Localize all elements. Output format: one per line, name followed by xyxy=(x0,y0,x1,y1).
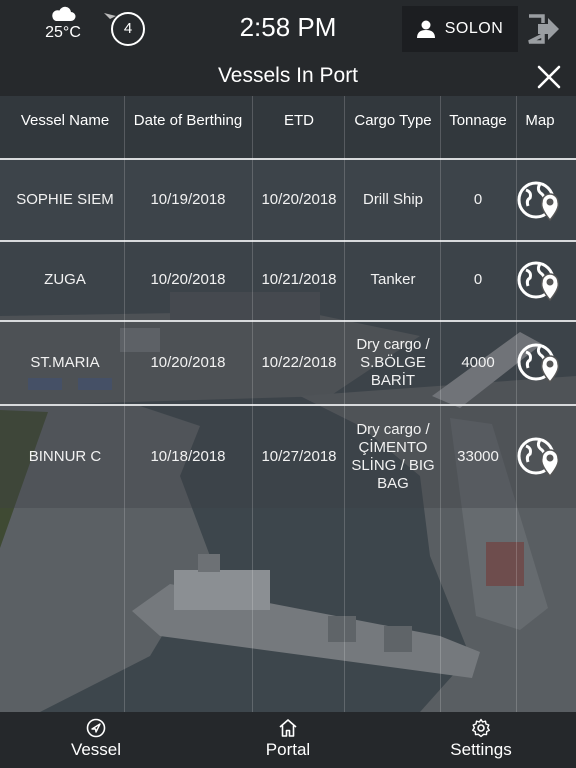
cargo-line: ÇİMENTO xyxy=(358,439,428,456)
user-name: SOLON xyxy=(444,20,504,37)
bottom-navigation: Vessel Portal Settings xyxy=(0,712,576,768)
col-etd: ETD xyxy=(284,112,314,129)
cargo-line: Dry cargo / xyxy=(356,336,430,353)
berthing-date: 10/20/2018 xyxy=(150,271,226,288)
nav-portal[interactable]: Portal xyxy=(233,718,343,760)
cargo-line: Dry cargo / xyxy=(356,421,430,438)
nav-vessel-label: Vessel xyxy=(70,740,122,759)
column-divider xyxy=(440,96,441,712)
notification-count: 4 xyxy=(111,12,145,46)
nav-settings-label: Settings xyxy=(450,740,512,759)
user-button[interactable]: SOLON xyxy=(402,6,518,52)
title-bar: Vessels In Port xyxy=(0,58,576,96)
gear-icon xyxy=(472,718,490,738)
vessels-table: Vessel Name Date of Berthing ETD Cargo T… xyxy=(0,96,576,712)
nav-vessel[interactable]: Vessel xyxy=(41,718,151,760)
etd-date: 10/20/2018 xyxy=(261,191,337,208)
cargo-line: SLİNG / BIG xyxy=(351,457,435,474)
vessel-name: ST.MARIA xyxy=(30,354,100,371)
temperature: 25°C xyxy=(45,24,81,41)
map-globe-icon[interactable] xyxy=(516,338,564,386)
table-row[interactable]: ZUGA 10/20/2018 10/21/2018 Tanker 0 xyxy=(0,242,576,320)
map-globe-icon[interactable] xyxy=(516,256,564,304)
clock: 2:58 PM xyxy=(239,12,337,42)
nav-settings[interactable]: Settings xyxy=(426,718,536,760)
col-map: Map xyxy=(525,112,555,129)
cargo-line: BARİT xyxy=(370,372,416,389)
notification-button[interactable]: 4 xyxy=(103,10,147,48)
col-date-berthing: Date of Berthing xyxy=(133,112,243,129)
vessel-name: SOPHIE SIEM xyxy=(16,191,114,208)
cloud-icon xyxy=(52,6,76,21)
map-globe-icon[interactable] xyxy=(516,432,564,480)
table-header: Vessel Name Date of Berthing ETD Cargo T… xyxy=(0,96,576,158)
nav-portal-label: Portal xyxy=(265,740,311,759)
col-cargo-type: Cargo Type xyxy=(354,112,432,129)
tonnage: 4000 xyxy=(461,354,495,371)
table-row[interactable]: BINNUR C 10/18/2018 10/27/2018 Dry cargo… xyxy=(0,406,576,508)
close-icon[interactable] xyxy=(536,64,562,90)
cargo-line: Drill Ship xyxy=(362,191,423,208)
etd-date: 10/27/2018 xyxy=(261,448,337,465)
etd-date: 10/22/2018 xyxy=(261,354,337,371)
vessel-name: ZUGA xyxy=(44,271,86,288)
cargo-line: S.BÖLGE xyxy=(360,354,426,371)
cargo-type: Tanker xyxy=(344,271,442,289)
weather-widget: 25°C xyxy=(40,6,86,42)
berthing-date: 10/18/2018 xyxy=(150,448,226,465)
col-tonnage: Tonnage xyxy=(449,112,507,129)
logout-icon xyxy=(528,14,559,44)
table-row[interactable]: ST.MARIA 10/20/2018 10/22/2018 Dry cargo… xyxy=(0,322,576,404)
tonnage: 0 xyxy=(473,191,483,208)
status-header: 25°C 4 2:58 PM SOLON xyxy=(0,0,576,58)
home-icon xyxy=(279,719,297,737)
tonnage: 33000 xyxy=(457,448,499,465)
cargo-line: Tanker xyxy=(370,271,416,288)
vessel-name: BINNUR C xyxy=(28,448,102,465)
column-divider xyxy=(344,96,345,712)
column-divider xyxy=(124,96,125,712)
col-vessel-name: Vessel Name xyxy=(20,112,110,129)
user-icon xyxy=(416,20,435,38)
berthing-date: 10/20/2018 xyxy=(150,354,226,371)
tonnage: 0 xyxy=(473,271,483,288)
cargo-type: Dry cargo / S.BÖLGE BARİT xyxy=(344,336,442,390)
berthing-date: 10/19/2018 xyxy=(150,191,226,208)
column-divider xyxy=(252,96,253,712)
cargo-type: Drill Ship xyxy=(344,191,442,209)
logout-button[interactable] xyxy=(524,10,564,48)
map-globe-icon[interactable] xyxy=(516,176,564,224)
page-title: Vessels In Port xyxy=(217,64,359,87)
compass-icon xyxy=(86,718,106,738)
table-row[interactable]: SOPHIE SIEM 10/19/2018 10/20/2018 Drill … xyxy=(0,160,576,240)
cargo-line: BAG xyxy=(377,475,409,492)
etd-date: 10/21/2018 xyxy=(261,271,337,288)
cargo-type: Dry cargo / ÇİMENTO SLİNG / BIG BAG xyxy=(344,421,442,493)
